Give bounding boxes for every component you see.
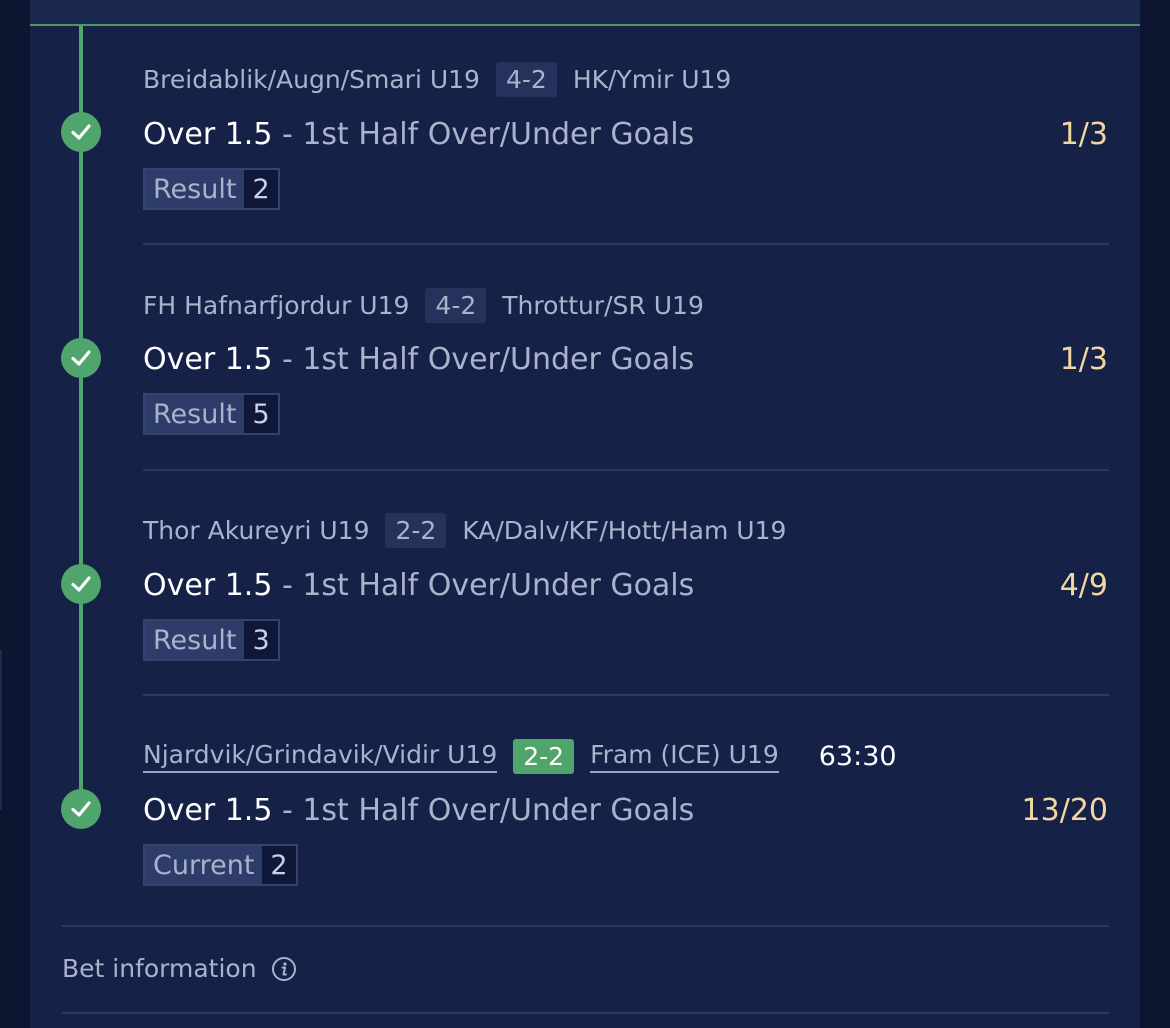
fixture-teams: Njardvik/Grindavik/Vidir U19 2-2 Fram (I… xyxy=(143,739,897,774)
result-label: Result xyxy=(153,173,237,205)
match-score: 4-2 xyxy=(495,62,557,97)
current-tag: Current 2 xyxy=(143,844,298,886)
selection-pick: Over 1.5 xyxy=(143,568,273,603)
selection-market: Over 1.5 - 1st Half Over/Under Goals xyxy=(143,568,694,603)
selection-divider xyxy=(143,243,1109,245)
selection-divider xyxy=(143,469,1109,471)
home-team: Thor Akureyri U19 xyxy=(143,516,370,545)
market-separator: - xyxy=(281,568,293,603)
result-value: 5 xyxy=(244,395,278,433)
check-icon xyxy=(61,564,101,604)
market-separator: - xyxy=(281,793,293,828)
market-separator: - xyxy=(281,342,293,377)
selection-odds: 13/20 xyxy=(1021,793,1108,828)
result-value: 2 xyxy=(244,170,278,208)
fixture-teams: Breidablik/Augn/Smari U19 4-2 HK/Ymir U1… xyxy=(143,62,731,97)
current-label: Current xyxy=(153,849,255,881)
result-value: 3 xyxy=(244,621,278,659)
result-label: Result xyxy=(153,398,237,430)
market-name: 1st Half Over/Under Goals xyxy=(302,342,695,377)
match-score: 2-2 xyxy=(385,513,447,548)
section-divider xyxy=(62,1012,1109,1014)
away-team: KA/Dalv/KF/Hott/Ham U19 xyxy=(462,516,787,545)
away-team-link[interactable]: Fram (ICE) U19 xyxy=(590,740,779,773)
section-divider xyxy=(62,925,1109,927)
home-team: FH Hafnarfjordur U19 xyxy=(143,291,410,320)
current-value: 2 xyxy=(262,846,296,884)
bet-detail-panel: Breidablik/Augn/Smari U19 4-2 HK/Ymir U1… xyxy=(30,0,1140,1028)
market-name: 1st Half Over/Under Goals xyxy=(302,793,695,828)
page-edge xyxy=(0,650,2,810)
away-team: Throttur/SR U19 xyxy=(502,291,704,320)
bet-slip-page: Breidablik/Augn/Smari U19 4-2 HK/Ymir U1… xyxy=(0,0,1170,1028)
away-team: HK/Ymir U19 xyxy=(572,65,732,94)
check-icon xyxy=(61,338,101,378)
selection-pick: Over 1.5 xyxy=(143,793,273,828)
check-icon xyxy=(61,112,101,152)
fixture-teams: FH Hafnarfjordur U19 4-2 Throttur/SR U19 xyxy=(143,288,704,323)
selection-market: Over 1.5 - 1st Half Over/Under Goals xyxy=(143,342,694,377)
selection-pick: Over 1.5 xyxy=(143,117,273,152)
check-icon xyxy=(61,789,101,829)
selection-market: Over 1.5 - 1st Half Over/Under Goals xyxy=(143,793,694,828)
match-clock: 63:30 xyxy=(818,741,897,772)
selection-divider xyxy=(143,694,1109,696)
result-tag: Result 5 xyxy=(143,393,280,435)
result-tag: Result 2 xyxy=(143,168,280,210)
selection-odds: 1/3 xyxy=(1059,342,1108,377)
market-separator: - xyxy=(281,117,293,152)
selection-odds: 4/9 xyxy=(1059,568,1108,603)
selection-odds: 1/3 xyxy=(1059,117,1108,152)
info-icon[interactable] xyxy=(271,956,297,982)
home-team-link[interactable]: Njardvik/Grindavik/Vidir U19 xyxy=(143,740,498,773)
match-score: 4-2 xyxy=(425,288,487,323)
result-tag: Result 3 xyxy=(143,619,280,661)
panel-header xyxy=(30,0,1140,26)
home-team: Breidablik/Augn/Smari U19 xyxy=(143,65,480,94)
market-name: 1st Half Over/Under Goals xyxy=(302,568,695,603)
market-name: 1st Half Over/Under Goals xyxy=(302,117,695,152)
selection-market: Over 1.5 - 1st Half Over/Under Goals xyxy=(143,117,694,152)
bet-information-toggle[interactable]: Bet information xyxy=(62,954,297,983)
live-score-badge: 2-2 xyxy=(513,739,575,774)
selection-pick: Over 1.5 xyxy=(143,342,273,377)
fixture-teams: Thor Akureyri U19 2-2 KA/Dalv/KF/Hott/Ha… xyxy=(143,513,786,548)
result-label: Result xyxy=(153,624,237,656)
bet-information-label: Bet information xyxy=(62,954,257,983)
